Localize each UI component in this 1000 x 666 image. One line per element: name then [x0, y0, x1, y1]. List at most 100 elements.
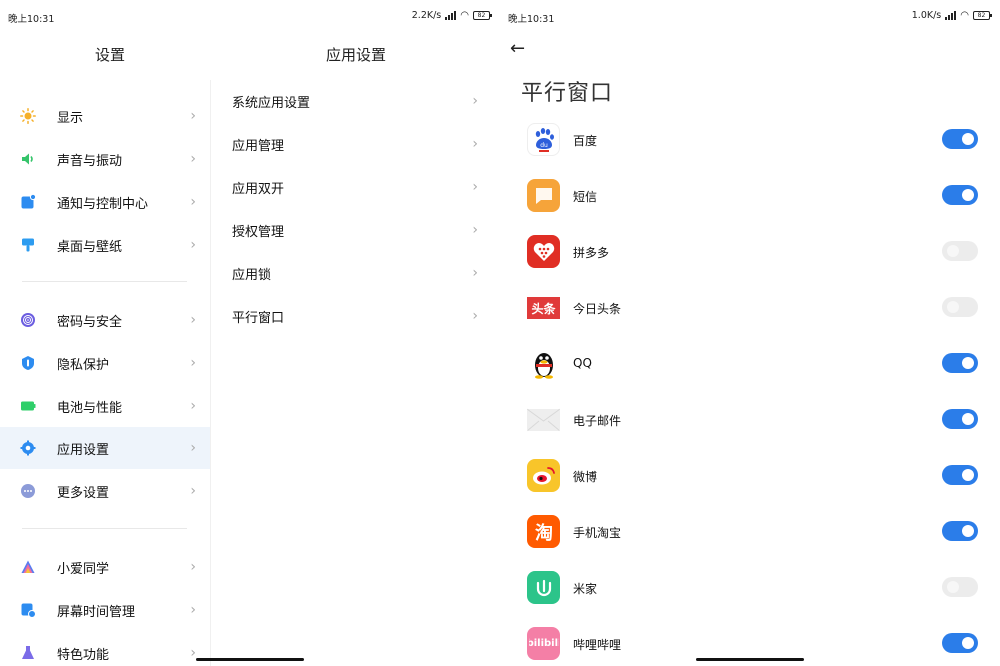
- toggle-knob: [947, 301, 959, 313]
- status-bar: 晚上10:31 2.2K/s ◠ 82: [0, 0, 500, 34]
- app-name: 米家: [573, 582, 598, 596]
- gear-icon: [20, 440, 36, 456]
- chevron-right-icon: ›: [190, 645, 196, 660]
- menu-label: 电池与性能: [57, 400, 123, 416]
- menu-label: 隐私保护: [57, 357, 110, 373]
- app-name: 今日头条: [573, 302, 622, 316]
- back-arrow-icon[interactable]: ←: [510, 38, 525, 59]
- app-name: 拼多多: [573, 246, 610, 260]
- menu-item-special-features[interactable]: 特色功能 ›: [0, 632, 210, 660]
- network-speed: 2.2K/s: [411, 10, 442, 21]
- menu-divider: [22, 281, 187, 282]
- toggle-toutiao[interactable]: [942, 297, 978, 317]
- list-item: du 百度: [500, 113, 1000, 169]
- app-name: 微博: [573, 470, 598, 484]
- menu-item-xiaoai[interactable]: 小爱同学 ›: [0, 546, 210, 588]
- taobao-icon: 淘: [527, 515, 560, 548]
- submenu-item-dual-apps[interactable]: 应用双开 ›: [211, 166, 500, 208]
- menu-label: 通知与控制中心: [57, 196, 149, 212]
- menu-label: 显示: [57, 110, 84, 126]
- status-time: 晚上10:31: [8, 14, 55, 25]
- signal-icon: [945, 11, 957, 20]
- menu-label: 小爱同学: [57, 561, 110, 577]
- toggle-qq[interactable]: [942, 353, 978, 373]
- submenu-item-system-apps[interactable]: 系统应用设置 ›: [211, 80, 500, 122]
- submenu-item-permissions[interactable]: 授权管理 ›: [211, 209, 500, 251]
- wifi-icon: ◠: [960, 10, 969, 21]
- app-name: 手机淘宝: [573, 526, 622, 540]
- status-time: 晚上10:31: [508, 14, 555, 25]
- list-item: 米家: [500, 561, 1000, 617]
- page-title: 平行窗口: [521, 81, 614, 106]
- app-name: QQ: [573, 356, 592, 370]
- app-name: 短信: [573, 190, 598, 204]
- home-indicator[interactable]: [196, 658, 304, 661]
- chevron-right-icon: ›: [472, 93, 478, 109]
- signal-icon: [445, 11, 457, 20]
- list-item: QQ: [500, 337, 1000, 393]
- weibo-icon: [527, 459, 560, 492]
- toggle-knob: [962, 469, 974, 481]
- status-bar: 晚上10:31 1.0K/s ◠ 82: [500, 0, 1000, 34]
- notification-icon: [20, 194, 36, 210]
- settings-menu: 显示 › 声音与振动 › 通知与控制中心 › 桌面与壁纸 › 密码与安全 › 隐…: [0, 80, 210, 660]
- menu-item-battery[interactable]: 电池与性能 ›: [0, 385, 210, 427]
- brush-icon: [20, 237, 36, 253]
- menu-item-display[interactable]: 显示 ›: [0, 95, 210, 137]
- toggle-email[interactable]: [942, 409, 978, 429]
- toggle-knob: [962, 413, 974, 425]
- battery-level: 82: [473, 11, 492, 20]
- chevron-right-icon: ›: [190, 312, 196, 328]
- menu-item-desktop-wallpaper[interactable]: 桌面与壁纸 ›: [0, 224, 210, 266]
- menu-divider: [22, 528, 187, 529]
- svg-text:bilibili: bilibili: [529, 638, 559, 649]
- list-item: 头条 今日头条: [500, 281, 1000, 337]
- chevron-right-icon: ›: [190, 108, 196, 124]
- chevron-right-icon: ›: [190, 151, 196, 167]
- menu-item-screen-time[interactable]: 屏幕时间管理 ›: [0, 589, 210, 631]
- toggle-baidu[interactable]: [942, 129, 978, 149]
- battery-icon: [20, 398, 36, 414]
- toggle-knob: [947, 245, 959, 257]
- list-item: 拼多多: [500, 225, 1000, 281]
- toutiao-icon: 头条: [527, 291, 560, 324]
- submenu-item-app-management[interactable]: 应用管理 ›: [211, 123, 500, 165]
- shield-icon: [20, 355, 36, 371]
- app-name: 百度: [573, 134, 598, 148]
- chevron-right-icon: ›: [472, 222, 478, 238]
- toggle-weibo[interactable]: [942, 465, 978, 485]
- submenu-label: 应用管理: [232, 138, 285, 154]
- menu-item-more-settings[interactable]: 更多设置 ›: [0, 470, 210, 512]
- submenu-item-app-lock[interactable]: 应用锁 ›: [211, 252, 500, 294]
- menu-item-sound[interactable]: 声音与振动 ›: [0, 138, 210, 180]
- menu-item-privacy[interactable]: 隐私保护 ›: [0, 342, 210, 384]
- speaker-icon: [20, 151, 36, 167]
- home-indicator[interactable]: [696, 658, 804, 661]
- chevron-right-icon: ›: [190, 559, 196, 575]
- toggle-bilibili[interactable]: [942, 633, 978, 653]
- menu-item-password-security[interactable]: 密码与安全 ›: [0, 299, 210, 341]
- toggle-taobao[interactable]: [942, 521, 978, 541]
- toggle-pinduoduo[interactable]: [942, 241, 978, 261]
- chevron-right-icon: ›: [190, 237, 196, 253]
- menu-item-notifications[interactable]: 通知与控制中心 ›: [0, 181, 210, 223]
- menu-label: 更多设置: [57, 485, 110, 501]
- wifi-icon: ◠: [460, 10, 469, 21]
- toggle-mijia[interactable]: [942, 577, 978, 597]
- flask-icon: [20, 645, 36, 660]
- chevron-right-icon: ›: [190, 355, 196, 371]
- svg-text:du: du: [540, 142, 548, 149]
- xiaoai-icon: [20, 559, 36, 575]
- app-settings-submenu: 系统应用设置 › 应用管理 › 应用双开 › 授权管理 › 应用锁 › 平行窗口…: [211, 80, 500, 340]
- chevron-right-icon: ›: [472, 308, 478, 324]
- submenu-label: 应用双开: [232, 181, 285, 197]
- chevron-right-icon: ›: [190, 194, 196, 210]
- toggle-knob: [962, 637, 974, 649]
- toggle-messages[interactable]: [942, 185, 978, 205]
- toggle-knob: [962, 133, 974, 145]
- submenu-item-parallel-windows[interactable]: 平行窗口 ›: [211, 295, 500, 337]
- menu-item-app-settings[interactable]: 应用设置 ›: [0, 427, 210, 469]
- message-icon: [527, 179, 560, 212]
- chevron-right-icon: ›: [190, 440, 196, 456]
- app-name: 电子邮件: [573, 414, 622, 428]
